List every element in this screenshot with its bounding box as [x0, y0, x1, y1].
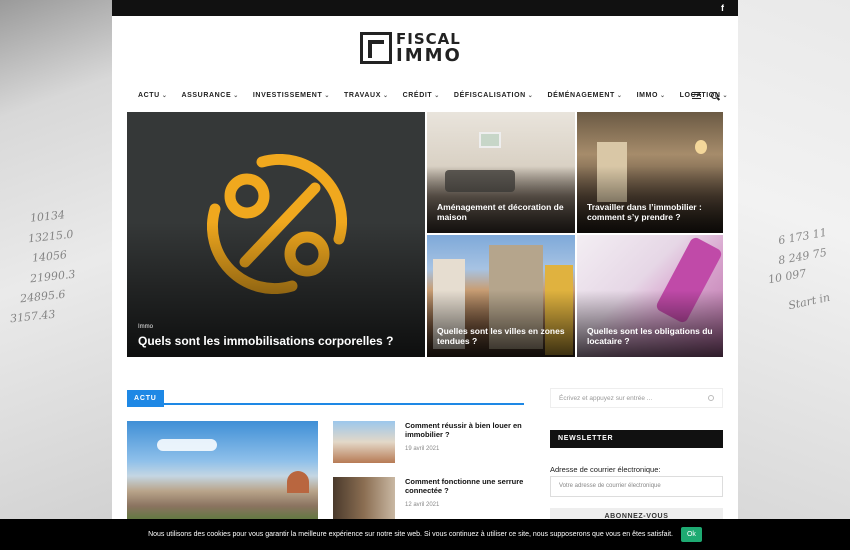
tile-overlay: [427, 166, 575, 233]
nav-item-label: DÉFISCALISATION: [453, 91, 526, 99]
nav-item-immo[interactable]: IMMO ⌄: [637, 92, 666, 99]
lamp-image: [695, 140, 707, 154]
site-logo[interactable]: FISCAL IMMO: [360, 32, 490, 66]
chevron-down-icon: ⌄: [722, 92, 729, 99]
cookie-ok-button[interactable]: Ok: [680, 527, 702, 542]
background-right-paper: 6 173 11 8 249 75 10 097 Start in: [738, 0, 850, 550]
actu-section-header: ACTU: [127, 387, 524, 407]
featured-post-1[interactable]: Aménagement et décoration de maison: [427, 112, 575, 233]
chevron-down-icon: ⌄: [161, 92, 168, 99]
nav-item-investissement[interactable]: INVESTISSEMENT ⌄: [253, 92, 330, 99]
nav-item-label: ASSURANCE: [181, 91, 232, 99]
nav-item-label: CRÉDIT: [402, 91, 433, 99]
post-title[interactable]: Aménagement et décoration de maison: [437, 202, 565, 223]
post-title[interactable]: Travailler dans l’immobilier : comment s…: [587, 202, 713, 223]
nav-item-label: DÉMÉNAGEMENT: [547, 91, 615, 99]
nav-item-actu[interactable]: ACTU ⌄: [138, 92, 167, 99]
nav-item-label: ACTU: [138, 91, 160, 99]
nav-item-label: IMMO: [636, 91, 659, 99]
featured-post-4[interactable]: Quelles sont les obligations du locatair…: [577, 235, 723, 357]
nav-item-label: INVESTISSEMENT: [252, 91, 323, 99]
nav-item-defiscalisation[interactable]: DÉFISCALISATION ⌄: [454, 92, 534, 99]
search-icon[interactable]: [708, 395, 714, 401]
nav-item-label: TRAVAUX: [343, 91, 381, 99]
chevron-down-icon: ⌄: [434, 92, 440, 99]
nav-tools: [692, 88, 718, 102]
search-icon[interactable]: [711, 91, 718, 99]
cookie-message: Nous utilisons des cookies pour vous gar…: [148, 531, 673, 538]
email-field[interactable]: Votre adresse de courrier électronique: [550, 476, 723, 497]
featured-grid: Immo Quels sont les immobilisations corp…: [127, 112, 723, 357]
side-post[interactable]: Comment fonctionne une serrure connectée…: [333, 477, 523, 519]
cloud-image: [157, 439, 217, 451]
chevron-down-icon: ⌄: [616, 92, 623, 99]
background-left-paper: 10134 13215.0 14056 21990.3 24895.6 3157…: [0, 0, 112, 550]
post-title[interactable]: Comment fonctionne une serrure connectée…: [405, 477, 525, 496]
sidebar-search-input[interactable]: Écrivez et appuyez sur entrée ...: [550, 388, 723, 408]
featured-post-3[interactable]: Quelles sont les villes en zones tendues…: [427, 235, 575, 357]
nav-item-travaux[interactable]: TRAVAUX ⌄: [344, 92, 389, 99]
search-placeholder: Écrivez et appuyez sur entrée ...: [559, 395, 653, 402]
chevron-down-icon: ⌄: [233, 92, 239, 99]
tile-overlay: [577, 166, 723, 233]
page-container: FISCAL IMMO ACTU ⌄ ASSURANCE ⌄ INVESTISSEM…: [112, 16, 738, 550]
cathedral-dome-image: [287, 471, 309, 493]
top-bar: f: [112, 0, 738, 16]
post-title[interactable]: Quels sont les immobilisations corporell…: [138, 334, 415, 349]
facebook-icon[interactable]: f: [721, 3, 724, 13]
section-tag[interactable]: ACTU: [127, 390, 164, 407]
window-image: [479, 132, 501, 148]
post-title[interactable]: Quelles sont les obligations du locatair…: [587, 326, 713, 347]
logo-mark-icon: [360, 32, 392, 64]
email-label: Adresse de courrier électronique:: [550, 465, 661, 474]
chevron-down-icon: ⌄: [324, 92, 330, 99]
main-navigation: ACTU ⌄ ASSURANCE ⌄ INVESTISSEMENT ⌄ TRAVAUX…: [138, 88, 728, 102]
nav-item-demenagement[interactable]: DÉMÉNAGEMENT ⌄: [547, 92, 622, 99]
featured-main-post[interactable]: Immo Quels sont les immobilisations corp…: [127, 112, 425, 357]
cookie-bar: Nous utilisons des cookies pour vous gar…: [0, 519, 850, 550]
featured-post-2[interactable]: Travailler dans l’immobilier : comment s…: [577, 112, 723, 233]
actu-main-post-image[interactable]: [127, 421, 318, 521]
side-post[interactable]: Comment réussir à bien louer en immobili…: [333, 421, 523, 463]
nav-item-assurance[interactable]: ASSURANCE ⌄: [181, 92, 238, 99]
post-date: 19 avril 2021: [405, 446, 440, 452]
post-thumbnail[interactable]: [333, 477, 395, 519]
logo-text-line2: IMMO: [396, 45, 462, 66]
post-date: 12 avril 2021: [405, 502, 440, 508]
newsletter-title: NEWSLETTER: [550, 430, 723, 448]
hamburger-menu-icon[interactable]: [692, 91, 701, 99]
email-placeholder: Votre adresse de courrier électronique: [559, 483, 661, 489]
chevron-down-icon: ⌄: [382, 92, 389, 99]
chevron-down-icon: ⌄: [660, 92, 666, 99]
post-title[interactable]: Quelles sont les villes en zones tendues…: [437, 326, 565, 347]
post-category[interactable]: Immo: [138, 324, 153, 330]
chevron-down-icon: ⌄: [527, 92, 534, 99]
post-title[interactable]: Comment réussir à bien louer en immobili…: [405, 421, 525, 440]
post-thumbnail[interactable]: [333, 421, 395, 463]
nav-item-credit[interactable]: CRÉDIT ⌄: [403, 92, 440, 99]
